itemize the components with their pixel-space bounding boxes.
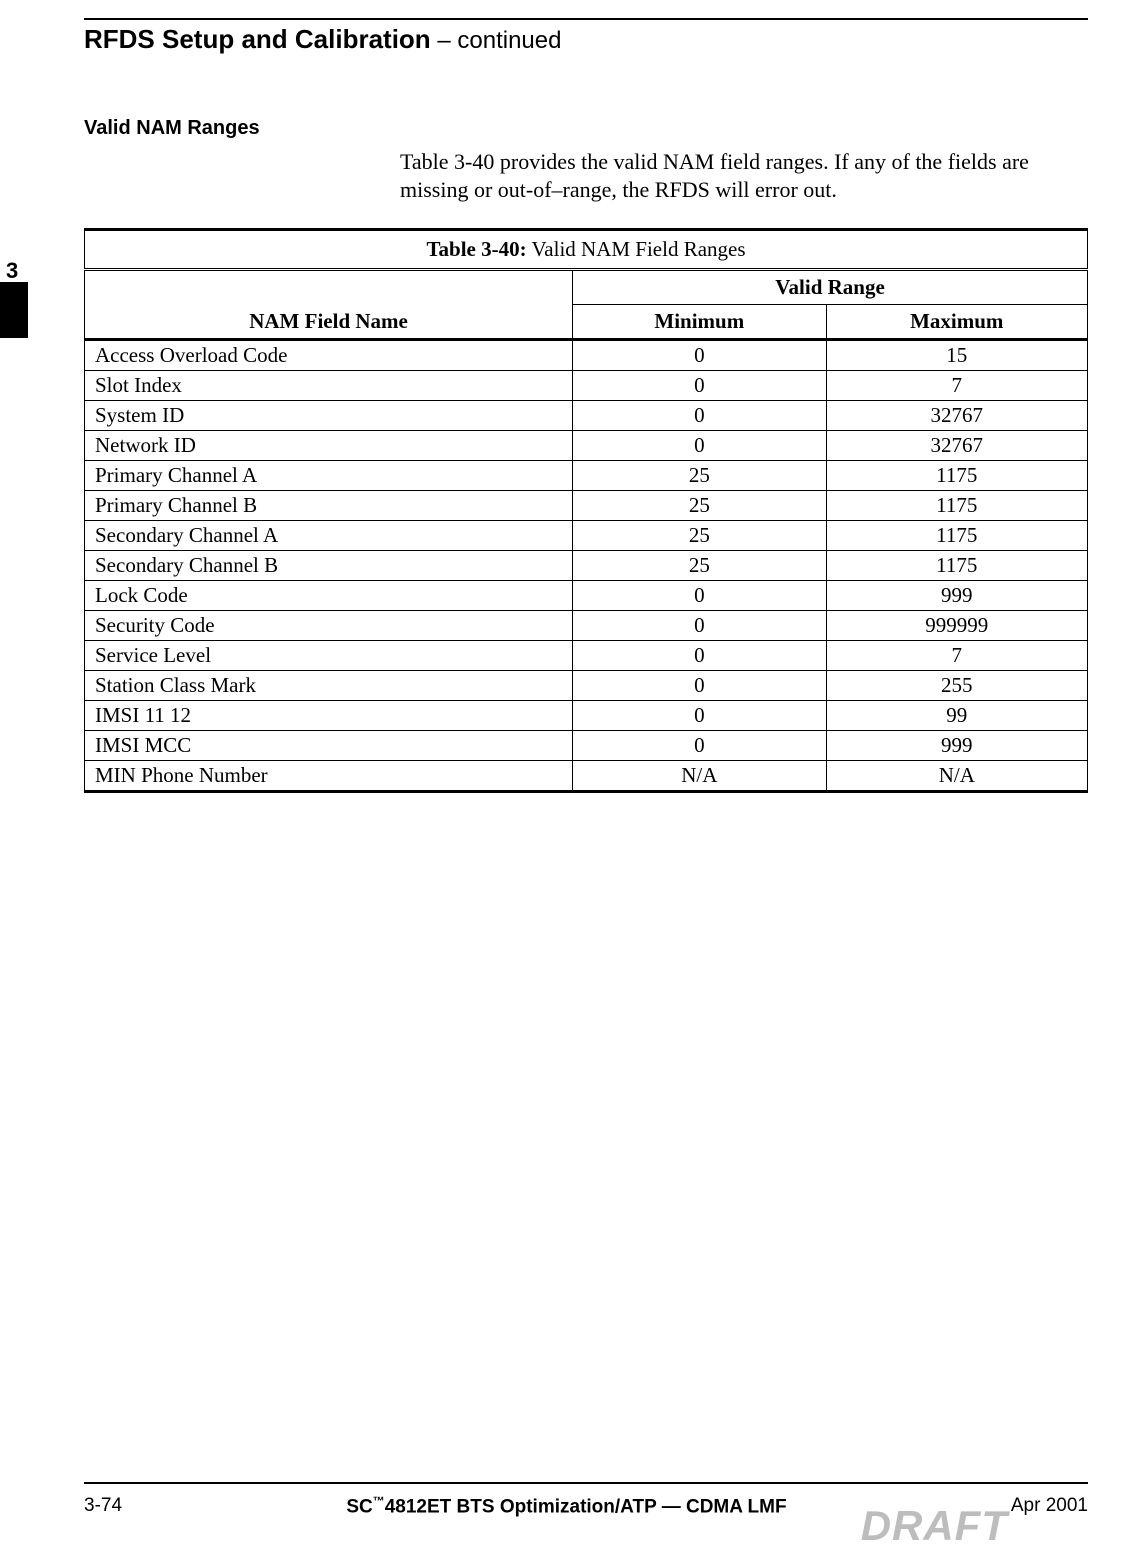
cell-max: 1175	[826, 551, 1087, 581]
cell-min: 0	[573, 731, 826, 761]
page-header: RFDS Setup and Calibration – continued	[84, 24, 1088, 55]
col-header-max: Maximum	[826, 305, 1087, 340]
table-row: Lock Code0999	[85, 581, 1088, 611]
cell-max: 1175	[826, 461, 1087, 491]
col-header-field: NAM Field Name	[85, 270, 573, 340]
top-rule	[84, 18, 1088, 20]
cell-max: 255	[826, 671, 1087, 701]
cell-max: 1175	[826, 491, 1087, 521]
table-row: IMSI 11 12099	[85, 701, 1088, 731]
footer-rule	[84, 1482, 1088, 1484]
table-caption-rest: Valid NAM Field Ranges	[527, 237, 746, 261]
cell-field-name: Secondary Channel A	[85, 521, 573, 551]
cell-field-name: IMSI MCC	[85, 731, 573, 761]
chapter-tab-number: 3	[6, 258, 18, 284]
col-header-min: Minimum	[573, 305, 826, 340]
cell-field-name: Secondary Channel B	[85, 551, 573, 581]
chapter-tab: 3	[0, 282, 28, 338]
table-caption-bold: Table 3-40:	[426, 237, 526, 261]
table-row: Service Level07	[85, 641, 1088, 671]
cell-max: 32767	[826, 431, 1087, 461]
cell-min: 0	[573, 581, 826, 611]
cell-max: 7	[826, 371, 1087, 401]
table-row: Primary Channel A251175	[85, 461, 1088, 491]
header-title-bold: RFDS Setup and Calibration	[84, 24, 431, 54]
table-row: MIN Phone NumberN/AN/A	[85, 761, 1088, 792]
cell-field-name: Primary Channel A	[85, 461, 573, 491]
table-row: System ID032767	[85, 401, 1088, 431]
cell-field-name: Station Class Mark	[85, 671, 573, 701]
cell-max: 999	[826, 731, 1087, 761]
table-row: Slot Index07	[85, 371, 1088, 401]
cell-max: 15	[826, 340, 1087, 371]
table-row: IMSI MCC0999	[85, 731, 1088, 761]
footer-date: Apr 2001	[1011, 1495, 1088, 1517]
col-header-range: Valid Range	[573, 270, 1088, 305]
cell-min: 0	[573, 641, 826, 671]
cell-min: N/A	[573, 761, 826, 792]
cell-min: 0	[573, 431, 826, 461]
footer-mid-rest: 4812ET BTS Optimization/ATP — CDMA LMF	[385, 1496, 787, 1517]
draft-watermark: DRAFT	[861, 1502, 1008, 1550]
table-row: Security Code0999999	[85, 611, 1088, 641]
cell-min: 0	[573, 401, 826, 431]
cell-max: 32767	[826, 401, 1087, 431]
table-row: Station Class Mark0255	[85, 671, 1088, 701]
table-body: Access Overload Code015Slot Index07Syste…	[85, 340, 1088, 792]
cell-min: 25	[573, 491, 826, 521]
trademark-icon: ™	[373, 1494, 385, 1508]
header-title-cont: – continued	[431, 27, 562, 54]
intro-paragraph: Table 3-40 provides the valid NAM field …	[400, 148, 1030, 204]
cell-field-name: Slot Index	[85, 371, 573, 401]
cell-max: 99	[826, 701, 1087, 731]
cell-min: 0	[573, 340, 826, 371]
cell-field-name: IMSI 11 12	[85, 701, 573, 731]
cell-field-name: Security Code	[85, 611, 573, 641]
cell-field-name: MIN Phone Number	[85, 761, 573, 792]
cell-field-name: Service Level	[85, 641, 573, 671]
cell-field-name: Lock Code	[85, 581, 573, 611]
cell-max: 7	[826, 641, 1087, 671]
cell-min: 0	[573, 611, 826, 641]
cell-field-name: Access Overload Code	[85, 340, 573, 371]
cell-max: 999	[826, 581, 1087, 611]
table-row: Secondary Channel B251175	[85, 551, 1088, 581]
cell-min: 25	[573, 521, 826, 551]
table-row: Access Overload Code015	[85, 340, 1088, 371]
cell-max: N/A	[826, 761, 1087, 792]
cell-field-name: Primary Channel B	[85, 491, 573, 521]
table-row: Network ID032767	[85, 431, 1088, 461]
nam-ranges-table: Table 3-40: Valid NAM Field Ranges NAM F…	[84, 228, 1088, 793]
footer-mid-prefix: SC	[346, 1496, 372, 1517]
footer-page-number: 3-74	[84, 1495, 122, 1517]
cell-min: 25	[573, 461, 826, 491]
footer-doc-title: SC™4812ET BTS Optimization/ATP — CDMA LM…	[346, 1494, 786, 1518]
cell-min: 0	[573, 671, 826, 701]
cell-min: 25	[573, 551, 826, 581]
table-row: Secondary Channel A251175	[85, 521, 1088, 551]
table-row: Primary Channel B251175	[85, 491, 1088, 521]
cell-max: 1175	[826, 521, 1087, 551]
table-caption: Table 3-40: Valid NAM Field Ranges	[85, 230, 1088, 270]
cell-max: 999999	[826, 611, 1087, 641]
cell-field-name: Network ID	[85, 431, 573, 461]
cell-min: 0	[573, 371, 826, 401]
cell-field-name: System ID	[85, 401, 573, 431]
section-subheading: Valid NAM Ranges	[84, 117, 1088, 140]
cell-min: 0	[573, 701, 826, 731]
